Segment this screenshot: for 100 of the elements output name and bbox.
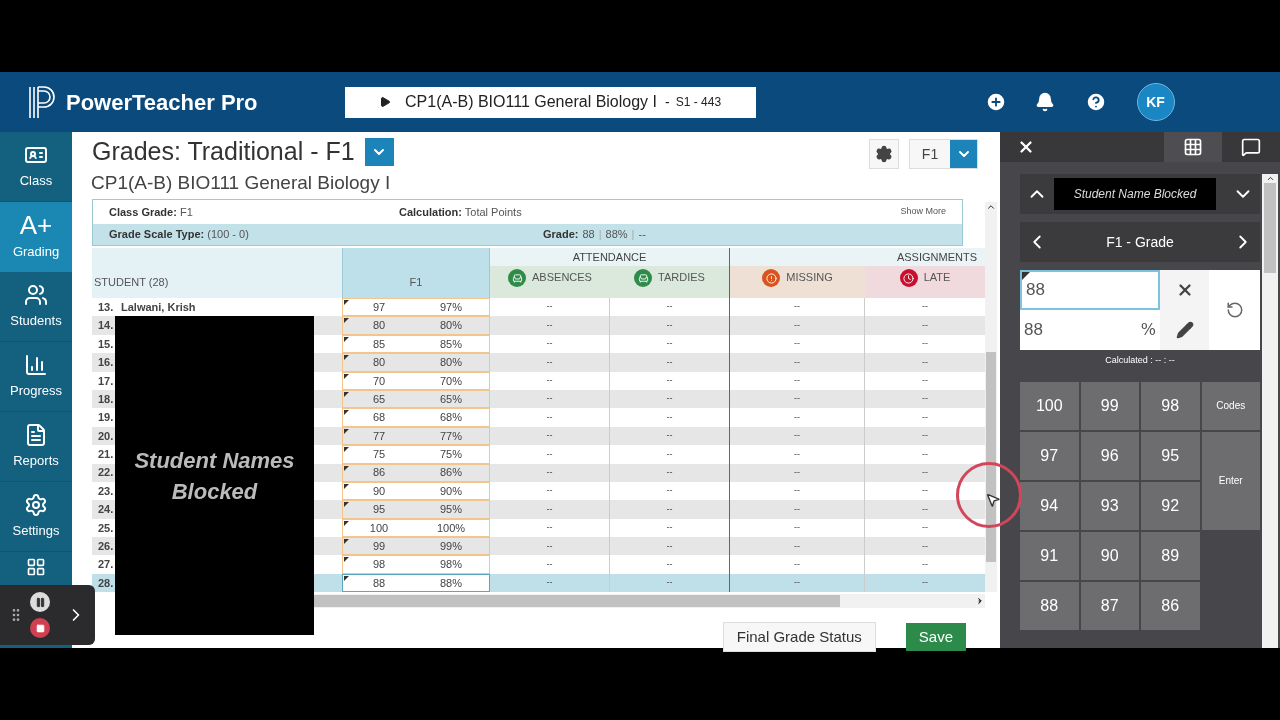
score-cell[interactable]: 98 98% xyxy=(342,555,490,574)
separator: | xyxy=(598,227,602,243)
alert-icon xyxy=(762,269,781,287)
flag-icon xyxy=(344,300,349,305)
scroll-up-icon[interactable] xyxy=(986,202,996,212)
add-icon[interactable] xyxy=(984,91,1007,113)
stop-icon[interactable] xyxy=(30,618,50,638)
notifications-icon[interactable] xyxy=(1034,92,1055,112)
score-cell[interactable]: 85 85% xyxy=(342,334,490,354)
keypad-key[interactable]: 92 xyxy=(1141,481,1200,530)
score-cell[interactable]: 77 77% xyxy=(342,426,490,446)
score-cell[interactable]: 70 70% xyxy=(342,371,490,390)
score-cell[interactable]: 65 65% xyxy=(342,389,490,409)
chair-icon xyxy=(634,269,653,287)
title-dropdown[interactable] xyxy=(364,137,394,166)
keypad-key[interactable]: 87 xyxy=(1080,581,1139,630)
flag-icon xyxy=(344,410,349,416)
score-cell[interactable]: 80 80% xyxy=(342,316,490,335)
table-cell-text: -- xyxy=(921,392,929,406)
scroll-up-icon[interactable] xyxy=(1265,174,1275,183)
table-cell: -- xyxy=(730,555,865,574)
table-row[interactable]: 80 80% -- -- -- -- xyxy=(314,353,985,372)
horizontal-scrollbar[interactable] xyxy=(314,594,985,609)
close-icon[interactable] xyxy=(1017,138,1035,156)
nav-item[interactable]: Reports xyxy=(0,412,72,482)
show-more-link[interactable]: Show More xyxy=(900,205,946,219)
keypad-key[interactable]: 90 xyxy=(1080,531,1139,580)
keypad-key[interactable]: 99 xyxy=(1080,381,1139,430)
table-cell: -- xyxy=(490,573,610,593)
keypad-key[interactable]: 86 xyxy=(1141,581,1200,630)
settings-button[interactable] xyxy=(869,139,899,169)
user-avatar[interactable]: KF xyxy=(1136,83,1175,121)
grade-label: Grade: xyxy=(543,227,579,243)
keypad-key[interactable]: 97 xyxy=(1020,431,1079,480)
keypad-key[interactable]: 94 xyxy=(1020,481,1079,530)
score-input[interactable]: 88 xyxy=(1020,270,1160,310)
nav-item[interactable]: Students xyxy=(0,272,72,342)
score-cell[interactable]: 97 97% xyxy=(342,298,490,317)
table-cell-text: -- xyxy=(921,300,929,314)
table-cell: -- xyxy=(610,500,730,519)
vertical-scrollbar[interactable] xyxy=(985,202,997,592)
settings-icon xyxy=(24,492,48,517)
score-cell[interactable]: 99 99% xyxy=(342,537,490,556)
scrollbar-thumb[interactable] xyxy=(1264,183,1276,273)
app-title: PowerTeacher Pro xyxy=(66,88,258,117)
enter-button[interactable]: Enter xyxy=(1201,431,1260,530)
keypad-key[interactable]: 100 xyxy=(1020,381,1079,430)
score-cell[interactable]: 86 86% xyxy=(342,463,490,482)
nav-item[interactable]: A+ Grading xyxy=(0,202,72,272)
keypad-key[interactable]: 98 xyxy=(1141,381,1200,430)
table-row[interactable]: 80 80% -- -- -- -- xyxy=(314,316,985,335)
score-cell[interactable]: 80 80% xyxy=(342,353,490,372)
column-group-header: ATTENDANCE xyxy=(490,248,730,266)
row-number: 16. xyxy=(92,353,115,372)
table-row[interactable]: 99 99% -- -- -- -- xyxy=(314,537,985,556)
table-cell-text: -- xyxy=(921,539,929,553)
people-icon xyxy=(24,282,48,307)
flag-icon xyxy=(344,355,349,361)
class-selector[interactable]: CP1(A-B) BIO111 General Biology I - S1 - 443 xyxy=(344,86,756,118)
table-cell: -- xyxy=(730,353,865,372)
calculated-text: Calculated : -- : -- xyxy=(1104,354,1176,367)
help-icon[interactable] xyxy=(1084,91,1107,113)
pause-icon[interactable] xyxy=(30,592,50,612)
table-row[interactable]: 95 95% -- -- -- -- xyxy=(314,500,985,519)
score-cell[interactable]: 90 90% xyxy=(342,481,490,501)
table-cell: -- xyxy=(730,500,865,519)
logo-icon xyxy=(27,85,57,119)
table-cell: -- xyxy=(610,316,730,335)
nav-item[interactable]: Settings xyxy=(0,482,72,552)
percent-value: 88 xyxy=(1024,319,1043,342)
keypad-key[interactable]: 89 xyxy=(1141,531,1200,580)
flag-icon xyxy=(344,318,349,324)
keypad-key[interactable]: 96 xyxy=(1080,431,1139,480)
percent-sign: % xyxy=(1140,319,1156,341)
final-grade-status-button[interactable]: Final Grade Status xyxy=(722,622,876,653)
flag-icon xyxy=(344,428,349,434)
table-cell: -- xyxy=(490,353,610,372)
score-cell[interactable]: 75 75% xyxy=(342,445,490,464)
panel-scrollbar[interactable] xyxy=(1262,174,1278,648)
table-cell: -- xyxy=(730,445,865,464)
nav-item[interactable]: Progress xyxy=(0,342,72,412)
flag-icon xyxy=(344,520,349,526)
keypad-key[interactable]: 88 xyxy=(1020,581,1079,630)
score-cell[interactable]: 95 95% xyxy=(342,500,490,519)
scroll-right-icon[interactable] xyxy=(975,596,985,607)
keypad-key[interactable]: 91 xyxy=(1020,531,1079,580)
score-cell[interactable]: 100 100% xyxy=(342,518,490,538)
save-button[interactable]: Save xyxy=(905,623,966,652)
table-cell: -- xyxy=(610,555,730,574)
table-cell: -- xyxy=(490,555,610,574)
flag-icon xyxy=(344,465,349,471)
keypad-key[interactable]: 95 xyxy=(1141,431,1200,480)
panel-tab[interactable] xyxy=(1164,132,1222,162)
column-header: MISSING xyxy=(730,266,865,298)
codes-button[interactable]: Codes xyxy=(1201,381,1260,430)
term-dropdown[interactable]: F1 xyxy=(909,139,978,169)
score-cell[interactable]: 68 68% xyxy=(342,408,490,427)
flag-icon xyxy=(1022,272,1030,280)
keypad-key[interactable]: 93 xyxy=(1080,481,1139,530)
table-cell: -- xyxy=(490,463,610,482)
